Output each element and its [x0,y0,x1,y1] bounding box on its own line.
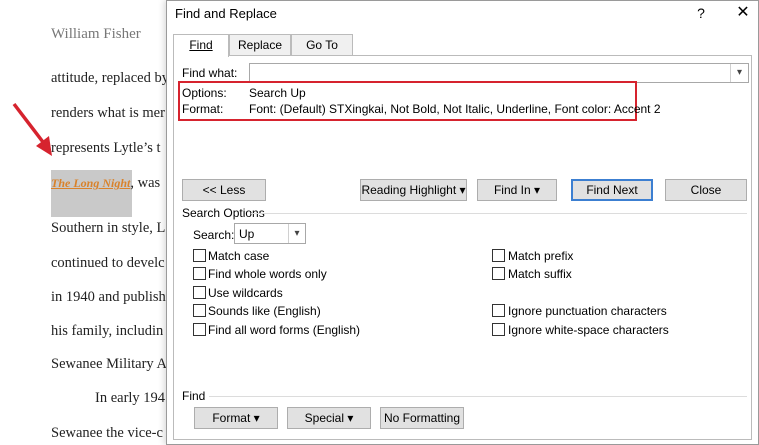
styled-text: The Long Night [51,176,131,190]
no-formatting-button[interactable]: No Formatting [380,407,464,429]
find-next-button[interactable]: Find Next [571,179,653,201]
document-line: Sewanee Military A [51,356,167,372]
document-line: his family, includin [51,323,164,339]
document-line: continued to develc [51,255,165,271]
dialog-titlebar[interactable]: Find and Replace ? ✕ [167,1,758,28]
tab-replace[interactable]: Replace [229,34,291,56]
ignore-punctuation-label: Ignore punctuation characters [508,304,667,318]
wildcards-label: Use wildcards [208,286,283,300]
format-label: Format: [182,102,224,116]
ignore-whitespace-label: Ignore white-space characters [508,323,669,337]
search-options-divider [251,213,747,214]
sounds-like-checkbox[interactable] [193,304,206,317]
find-section-divider [209,396,747,397]
search-direction-value: Up [239,227,255,241]
annotation-arrow-icon [12,102,52,156]
tab-find[interactable]: Find [173,34,229,57]
document-line: represents Lytle’s t [51,140,161,156]
match-suffix-checkbox[interactable] [492,267,505,280]
document-line: attitude, replaced by [51,70,169,86]
match-case-checkbox[interactable] [193,249,206,262]
match-suffix-label: Match suffix [508,267,572,281]
format-value: Font: (Default) STXingkai, Not Bold, Not… [249,102,661,116]
special-button[interactable]: Special ▾ [287,407,371,429]
options-label: Options: [182,86,227,100]
find-replace-dialog: Find and Replace ? ✕ Find Replace Go To … [166,0,759,445]
find-section-title: Find [182,389,206,403]
document-line: Sewanee the vice-c [51,425,163,441]
dialog-title: Find and Replace [175,6,277,21]
less-button[interactable]: << Less [182,179,266,201]
whole-words-label: Find whole words only [208,267,327,281]
tab-goto[interactable]: Go To [291,34,353,56]
word-forms-label: Find all word forms (English) [208,323,361,337]
reading-highlight-button[interactable]: Reading Highlight ▾ [360,179,467,201]
format-button[interactable]: Format ▾ [194,407,278,429]
whole-words-checkbox[interactable] [193,267,206,280]
find-in-button[interactable]: Find In ▾ [477,179,557,201]
sounds-like-label: Sounds like (English) [208,304,321,318]
match-prefix-label: Match prefix [508,249,574,263]
word-forms-checkbox[interactable] [193,323,206,336]
find-what-input[interactable]: ▾ [249,63,749,83]
document-line-styled: The Long Night, was [51,175,161,191]
help-button[interactable]: ? [691,3,711,23]
close-button[interactable]: Close [665,179,747,201]
chevron-down-icon[interactable]: ▾ [288,224,305,243]
match-prefix-checkbox[interactable] [492,249,505,262]
wildcards-checkbox[interactable] [193,286,206,299]
close-icon[interactable]: ✕ [733,3,753,23]
document-line: in 1940 and publish [51,289,166,305]
document-line: Southern in style, L [51,220,166,236]
options-value: Search Up [249,86,306,100]
ignore-whitespace-checkbox[interactable] [492,323,505,336]
document-line: renders what is mer [51,105,165,121]
search-direction-select[interactable]: Up ▾ [234,223,306,244]
find-what-label: Find what: [182,66,238,80]
ignore-punctuation-checkbox[interactable] [492,304,505,317]
search-label: Search: [193,228,235,242]
chevron-down-icon[interactable]: ▾ [730,64,748,82]
match-case-label: Match case [208,249,270,263]
document-author: William Fisher [51,26,141,42]
document-line: In early 194 [95,390,166,406]
